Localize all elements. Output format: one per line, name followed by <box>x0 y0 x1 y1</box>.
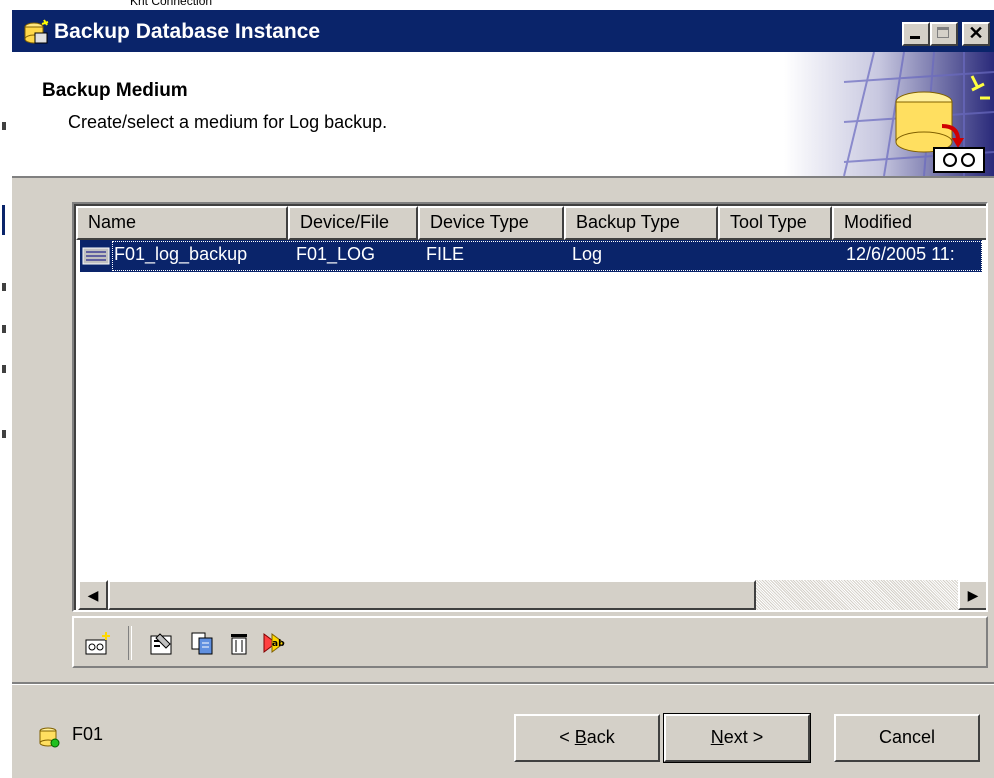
new-medium-icon[interactable] <box>84 630 112 656</box>
column-header-name[interactable]: Name <box>76 206 288 240</box>
copy-icon[interactable] <box>188 630 216 656</box>
page-subtitle: Create/select a medium for Log backup. <box>68 112 388 132</box>
next-button[interactable]: Next > <box>663 713 811 763</box>
background-mark <box>2 430 6 438</box>
triangle-right-icon: ▶ <box>967 587 979 603</box>
back-label: ack <box>586 727 615 747</box>
backup-banner-icon <box>784 52 994 176</box>
back-prefix: < <box>559 727 575 747</box>
triangle-left-icon: ◀ <box>87 587 99 603</box>
rename-icon[interactable]: ab <box>262 630 290 656</box>
background-left-strip <box>0 0 12 778</box>
toolbar-separator <box>128 626 132 660</box>
table-row[interactable]: F01_log_backup F01_LOG FILE Log 12/6/200… <box>80 240 982 272</box>
medium-toolbar: ab <box>72 616 988 668</box>
cell-device-type: FILE <box>426 244 465 264</box>
instance-label: F01 <box>72 724 104 744</box>
column-header-device-file[interactable]: Device/File <box>288 206 418 240</box>
background-mark <box>2 365 6 373</box>
database-backup-app-icon <box>24 19 49 44</box>
background-partial-text: Krit Connection <box>130 0 213 8</box>
window-title: Backup Database Instance <box>54 20 321 43</box>
background-mark <box>2 122 6 130</box>
scroll-right-button[interactable]: ▶ <box>958 580 986 610</box>
list-inner: Name Device/File Device Type Backup Type… <box>74 204 986 610</box>
wizard-header: Backup Medium Create/select a medium for… <box>12 52 994 178</box>
scroll-track[interactable] <box>756 580 958 610</box>
horizontal-scrollbar[interactable]: ◀ ▶ <box>78 580 986 610</box>
close-button[interactable]: ✕ <box>962 22 990 46</box>
page-title: Backup Medium <box>42 80 188 101</box>
column-header-device-type[interactable]: Device Type <box>418 206 564 240</box>
column-header-tool-type[interactable]: Tool Type <box>718 206 832 240</box>
svg-text:ab: ab <box>272 639 285 649</box>
scroll-thumb[interactable] <box>108 580 756 610</box>
column-header-backup-type[interactable]: Backup Type <box>564 206 718 240</box>
database-instance-icon <box>39 727 60 748</box>
cell-modified: 12/6/2005 11: <box>846 244 955 264</box>
back-button[interactable]: < Back <box>514 714 660 762</box>
maximize-icon <box>937 27 949 38</box>
column-header-modified[interactable]: Modified <box>832 206 986 240</box>
maximize-button[interactable] <box>930 22 958 46</box>
cell-name: F01_log_backup <box>114 244 248 264</box>
cell-backup-type: Log <box>572 244 603 264</box>
title-bar[interactable]: Backup Database Instance ✕ <box>12 10 994 52</box>
minimize-icon <box>910 36 920 39</box>
close-icon: ✕ <box>968 23 984 43</box>
next-label: ext > <box>723 727 764 747</box>
delete-icon[interactable] <box>226 630 254 656</box>
cancel-button[interactable]: Cancel <box>834 714 980 762</box>
back-accelerator: B <box>574 727 587 747</box>
properties-icon[interactable] <box>148 630 176 656</box>
cell-device-file: F01_LOG <box>296 244 376 264</box>
scroll-left-button[interactable]: ◀ <box>78 580 108 610</box>
next-accelerator: N <box>710 727 724 747</box>
background-mark <box>2 325 6 333</box>
background-mark <box>2 205 5 235</box>
background-mark <box>2 283 6 291</box>
backup-wizard-window: Backup Database Instance ✕ Backup Medium… <box>12 10 994 778</box>
backup-medium-list[interactable]: Name Device/File Device Type Backup Type… <box>72 202 988 612</box>
minimize-button[interactable] <box>902 22 930 46</box>
footer-divider <box>12 682 994 685</box>
medium-icon <box>82 247 110 265</box>
